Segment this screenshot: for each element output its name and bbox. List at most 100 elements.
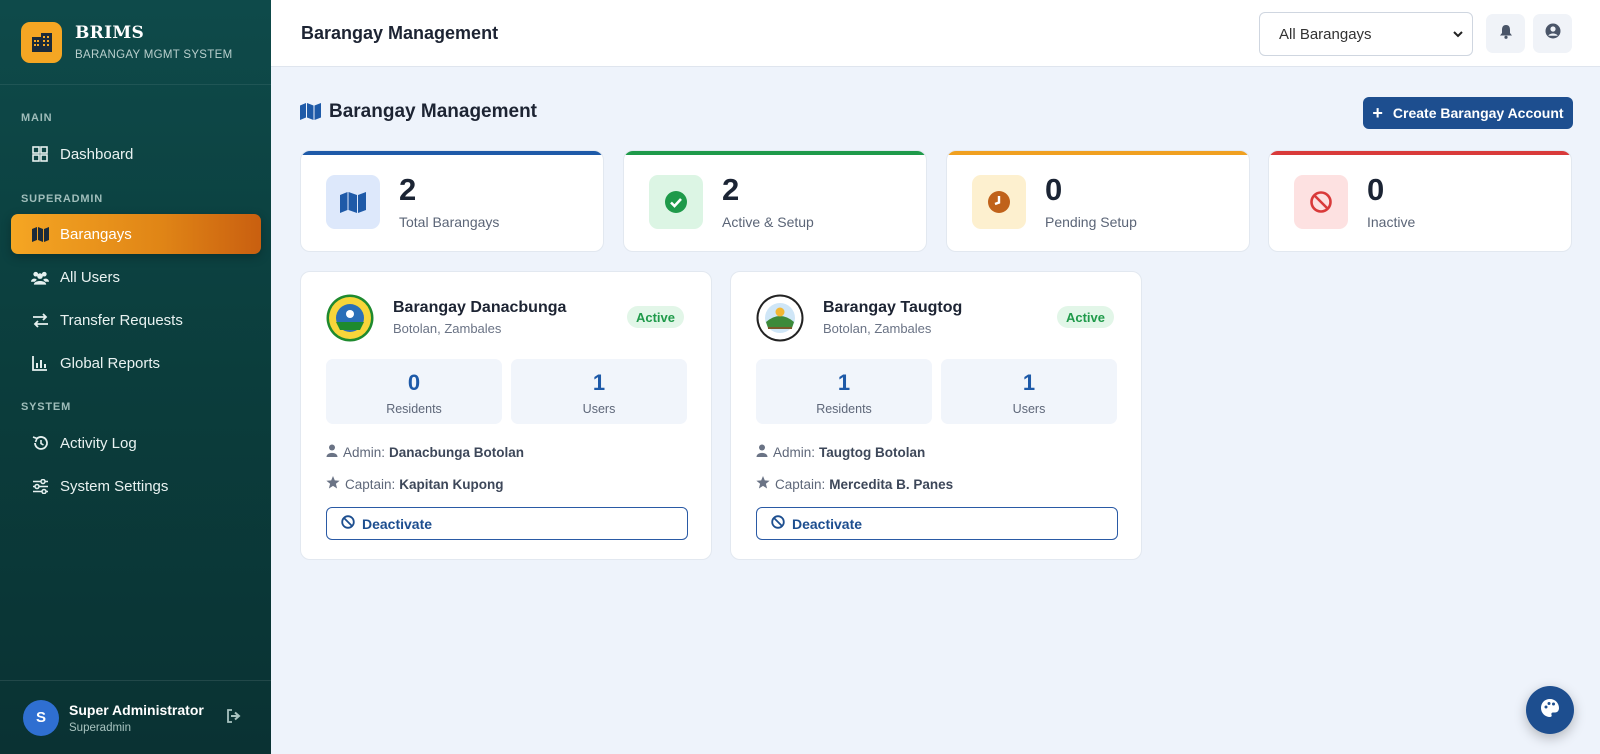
star-icon: [756, 476, 775, 492]
sidebar-item-label: System Settings: [60, 477, 169, 495]
topbar-title: Barangay Management: [301, 23, 499, 43]
barangay-seal-icon: [756, 294, 804, 342]
history-icon: [31, 434, 49, 452]
deactivate-button[interactable]: Deactivate: [756, 507, 1118, 540]
chart-icon: [31, 354, 49, 372]
user-icon: [756, 444, 773, 460]
create-barangay-button[interactable]: + Create Barangay Account: [1363, 97, 1573, 129]
captain-label: Captain:: [345, 476, 396, 492]
sidebar-item-activity-log[interactable]: Activity Log: [11, 423, 261, 463]
captain-row: Captain: Mercedita B. Panes: [756, 476, 953, 492]
stat-value: 2: [399, 172, 417, 207]
sidebar-item-dashboard[interactable]: Dashboard: [11, 134, 261, 174]
barangay-card: Barangay Danacbunga Botolan, Zambales Ac…: [300, 271, 712, 560]
stat-label: Pending Setup: [1045, 214, 1137, 230]
admin-row: Admin: Danacbunga Botolan: [326, 444, 524, 460]
sidebar-item-label: Barangays: [60, 225, 132, 243]
grid-icon: [31, 145, 49, 163]
barangay-location: Botolan, Zambales: [823, 321, 932, 336]
sidebar-item-global-reports[interactable]: Global Reports: [11, 343, 261, 383]
profile-button[interactable]: [1533, 14, 1572, 53]
stat-card-active: 2 Active & Setup: [623, 150, 927, 252]
topbar: Barangay Management All Barangays: [271, 0, 1600, 67]
user-profile: S Super Administrator Superadmin: [0, 680, 271, 754]
stat-value: 0: [1045, 172, 1063, 207]
stat-card-inactive: 0 Inactive: [1268, 150, 1572, 252]
barangay-seal-icon: [326, 294, 374, 342]
sidebar-item-barangays[interactable]: Barangays: [11, 214, 261, 254]
sidebar: BRIMS BARANGAY MGMT SYSTEM MAIN Dashboar…: [0, 0, 271, 754]
admin-label: Admin:: [343, 444, 386, 460]
users-value: 1: [1022, 370, 1036, 395]
bell-icon: [1499, 24, 1513, 44]
deactivate-label: Deactivate: [792, 515, 863, 532]
users-count: 1 Users: [941, 359, 1117, 424]
star-icon: [326, 476, 345, 492]
users-label: Users: [1012, 402, 1046, 416]
user-circle-icon: [1545, 23, 1561, 44]
residents-count: 1 Residents: [756, 359, 932, 424]
stat-label: Total Barangays: [399, 214, 500, 230]
captain-name: Kapitan Kupong: [399, 476, 504, 492]
captain-label: Captain:: [775, 476, 826, 492]
residents-value: 0: [407, 370, 421, 395]
sidebar-item-all-users[interactable]: All Users: [11, 257, 261, 297]
map-icon: [326, 175, 380, 229]
users-count: 1 Users: [511, 359, 687, 424]
sidebar-item-system-settings[interactable]: System Settings: [11, 466, 261, 506]
captain-name: Mercedita B. Panes: [829, 476, 954, 492]
residents-value: 1: [837, 370, 851, 395]
status-badge: Active: [1057, 306, 1114, 328]
avatar[interactable]: S: [23, 699, 59, 736]
sidebar-item-label: Transfer Requests: [60, 311, 183, 329]
sliders-icon: [31, 477, 49, 495]
stat-card-total: 2 Total Barangays: [300, 150, 604, 252]
barangay-filter-select[interactable]: All Barangays: [1259, 12, 1473, 56]
residents-label: Residents: [386, 402, 442, 416]
sidebar-item-label: Dashboard: [60, 145, 134, 163]
sidebar-item-label: All Users: [60, 268, 121, 286]
brand-subtitle: BARANGAY MGMT SYSTEM: [75, 49, 233, 61]
barangay-card: Barangay Taugtog Botolan, Zambales Activ…: [730, 271, 1142, 560]
ban-icon: [771, 515, 792, 532]
barangay-filter-value: All Barangays: [1279, 25, 1372, 43]
admin-name: Taugtog Botolan: [819, 444, 926, 460]
user-role: Superadmin: [69, 721, 132, 734]
users-label: Users: [582, 402, 616, 416]
create-barangay-label: Create Barangay Account: [1392, 105, 1564, 121]
deactivate-button[interactable]: Deactivate: [326, 507, 688, 540]
plus-icon: +: [1372, 102, 1383, 123]
ban-icon: [341, 515, 362, 532]
captain-row: Captain: Kapitan Kupong: [326, 476, 504, 492]
section-label-main: MAIN: [21, 112, 53, 124]
map-icon: [300, 103, 321, 125]
admin-row: Admin: Taugtog Botolan: [756, 444, 925, 460]
sidebar-item-label: Activity Log: [60, 434, 137, 452]
sidebar-item-transfer-requests[interactable]: Transfer Requests: [11, 300, 261, 340]
map-icon: [31, 225, 49, 243]
sidebar-item-label: Global Reports: [60, 354, 161, 372]
status-badge: Active: [627, 306, 684, 328]
clock-icon: [972, 175, 1026, 229]
barangay-name: Barangay Danacbunga: [393, 299, 567, 316]
admin-label: Admin:: [773, 444, 816, 460]
page-title: Barangay Management: [329, 101, 538, 122]
check-circle-icon: [649, 175, 703, 229]
notification-button[interactable]: [1486, 14, 1525, 53]
residents-label: Residents: [816, 402, 872, 416]
stat-value: 0: [1367, 172, 1385, 207]
residents-count: 0 Residents: [326, 359, 502, 424]
user-icon: [326, 444, 343, 460]
transfer-icon: [31, 311, 49, 329]
deactivate-label: Deactivate: [362, 515, 433, 532]
stat-label: Active & Setup: [722, 214, 814, 230]
section-label-superadmin: SUPERADMIN: [21, 193, 103, 205]
theme-palette-button[interactable]: [1526, 686, 1574, 734]
ban-icon: [1294, 175, 1348, 229]
stat-card-pending: 0 Pending Setup: [946, 150, 1250, 252]
logout-icon[interactable]: [226, 709, 244, 727]
building-icon: [21, 21, 62, 63]
admin-name: Danacbunga Botolan: [389, 444, 525, 460]
stat-value: 2: [722, 172, 740, 207]
users-icon: [31, 268, 49, 286]
